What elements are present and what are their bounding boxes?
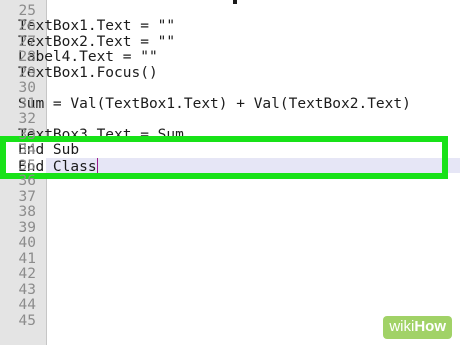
- code-text: TextBox2.Text = "": [18, 33, 176, 50]
- logo-suffix: How: [414, 318, 446, 335]
- code-line[interactable]: Sum = Val(TextBox1.Text) + Val(TextBox2.…: [18, 96, 411, 114]
- code-text: Label4.Text = "": [18, 49, 158, 65]
- line-number: 45: [18, 312, 36, 329]
- highlight-box: [0, 136, 448, 179]
- code-line[interactable]: TextBox1.Focus(): [18, 65, 158, 83]
- code-text: TextBox1.Text = "": [18, 18, 176, 34]
- logo-prefix: wiki: [389, 318, 415, 335]
- code-editor[interactable]: TextBox1.Text = "" TextBox2.Text = "" Labe…: [0, 0, 460, 345]
- code-text: TextBox1.Focus(): [18, 64, 158, 81]
- title-bar-fragment: [233, 0, 237, 4]
- wikihow-logo: wikiHow: [383, 316, 452, 339]
- code-text: Sum = Val(TextBox1.Text) + Val(TextBox2.…: [18, 95, 411, 112]
